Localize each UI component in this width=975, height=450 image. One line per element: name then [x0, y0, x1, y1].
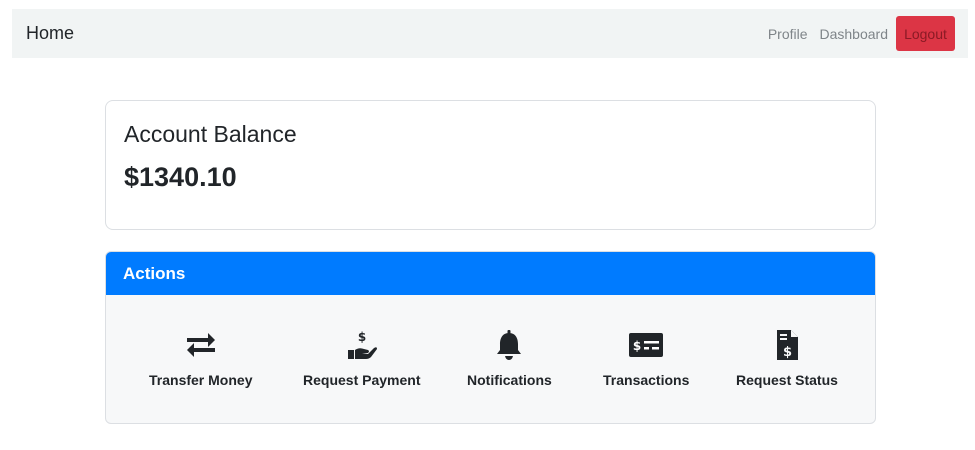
svg-text:$: $: [633, 339, 641, 353]
request-payment-label: Request Payment: [303, 372, 421, 388]
money-check-icon: $: [629, 328, 664, 362]
invoice-dollar-icon: $: [770, 328, 804, 362]
home-link[interactable]: Home: [26, 23, 74, 44]
notifications-label: Notifications: [467, 372, 552, 388]
nav-links: Profile Dashboard Logout: [756, 16, 955, 51]
svg-text:$: $: [783, 345, 792, 360]
balance-title: Account Balance: [124, 121, 297, 147]
transactions-action[interactable]: $ Transactions: [603, 328, 689, 388]
request-status-label: Request Status: [736, 372, 838, 388]
dashboard-link[interactable]: Dashboard: [820, 26, 889, 42]
logout-button[interactable]: Logout: [896, 16, 955, 51]
request-status-action[interactable]: $ Request Status: [736, 328, 838, 388]
top-navbar: Home Profile Dashboard Logout: [12, 9, 968, 58]
actions-card: Actions Transfer Money $ Request Payment: [105, 251, 876, 424]
notifications-action[interactable]: Notifications: [467, 328, 552, 388]
svg-text:$: $: [358, 330, 366, 344]
profile-link[interactable]: Profile: [768, 26, 808, 42]
request-payment-action[interactable]: $ Request Payment: [303, 328, 420, 388]
bell-icon: [492, 328, 526, 362]
transactions-label: Transactions: [603, 372, 690, 388]
exchange-arrows-icon: [184, 328, 218, 362]
transfer-money-action[interactable]: Transfer Money: [149, 328, 252, 388]
transfer-money-label: Transfer Money: [149, 372, 253, 388]
actions-header: Actions: [106, 252, 875, 295]
balance-amount: $1340.10: [124, 162, 237, 192]
account-balance-card: Account Balance $1340.10: [105, 100, 876, 230]
hand-dollar-icon: $: [345, 328, 379, 362]
